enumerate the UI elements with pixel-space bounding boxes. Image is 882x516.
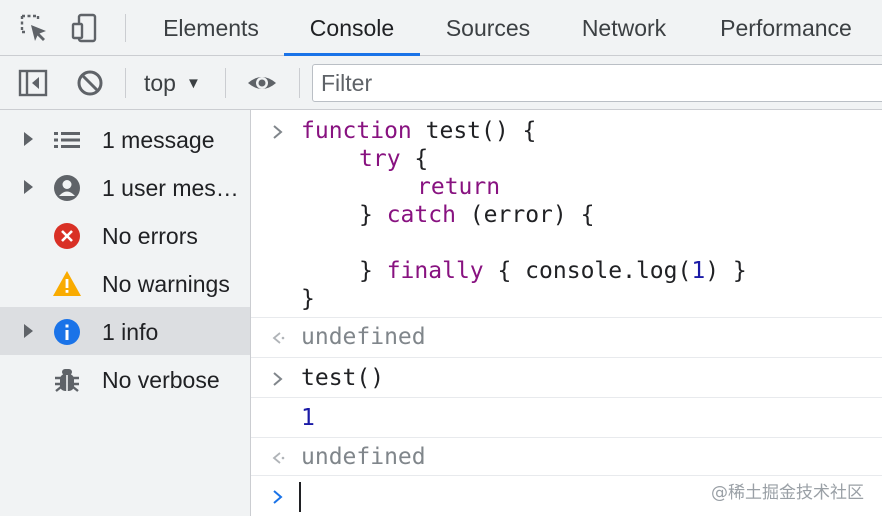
live-expression-eye-icon[interactable] — [246, 67, 278, 99]
watermark: @稀土掘金技术社区 — [711, 483, 864, 503]
console-sidebar: 1 message 1 user mes… No errors No warni… — [0, 110, 251, 516]
input-command: test() — [301, 365, 385, 391]
log-output: 1 — [301, 405, 315, 431]
warning-icon — [53, 271, 81, 296]
code-line: } finally { console.log(1) } — [359, 258, 747, 284]
code-line: return — [417, 174, 501, 200]
code-line: } catch (error) { — [359, 202, 595, 228]
filter-input[interactable] — [312, 64, 882, 102]
user-icon — [54, 175, 80, 201]
sidebar-item-warnings[interactable]: No warnings — [0, 259, 250, 307]
tab-performance[interactable]: Performance — [706, 0, 866, 55]
tab-sources[interactable]: Sources — [432, 0, 544, 55]
error-icon — [54, 223, 80, 249]
sidebar-item-messages[interactable]: 1 message — [0, 115, 250, 163]
tab-network[interactable]: Network — [566, 0, 682, 55]
message-divider — [251, 317, 882, 318]
expand-arrow-icon[interactable] — [24, 324, 33, 338]
tab-console[interactable]: Console — [284, 0, 420, 55]
code-line: function test() { — [301, 118, 537, 144]
sidebar-item-label: No verbose — [102, 367, 220, 393]
console-prompt-icon — [273, 490, 283, 504]
devtools-tab-bar: Elements Console Sources Network Perform… — [0, 0, 882, 56]
context-label: top — [144, 70, 176, 96]
code-line: try { — [359, 146, 429, 172]
info-icon — [54, 319, 80, 345]
result-arrow-icon — [272, 452, 285, 464]
show-sidebar-icon[interactable] — [17, 67, 49, 99]
message-divider — [251, 357, 882, 358]
message-divider — [251, 437, 882, 438]
bug-icon — [55, 369, 79, 392]
sidebar-item-label: 1 message — [102, 127, 215, 153]
chevron-down-icon: ▼ — [185, 75, 201, 92]
sidebar-item-verbose[interactable]: No verbose — [0, 355, 250, 403]
expand-arrow-icon[interactable] — [24, 132, 33, 146]
device-toolbar-icon[interactable] — [70, 12, 102, 44]
console-input-caret[interactable] — [299, 482, 301, 512]
toolbar-separator — [225, 68, 226, 98]
message-divider — [251, 397, 882, 398]
sidebar-item-label: 1 info — [102, 319, 159, 345]
code-line: } — [301, 286, 315, 312]
input-prompt-icon — [273, 125, 283, 139]
console-messages[interactable]: function test() { try { return } catch (… — [251, 110, 882, 516]
toolbar-separator — [125, 68, 126, 98]
result-arrow-icon — [272, 332, 285, 344]
inspect-element-icon[interactable] — [18, 12, 50, 44]
toolbar-separator — [299, 68, 300, 98]
tab-elements[interactable]: Elements — [148, 0, 274, 55]
sidebar-item-info[interactable]: 1 info — [0, 307, 250, 355]
list-icon — [54, 132, 80, 148]
sidebar-item-label: 1 user mes… — [102, 175, 239, 201]
result-value: undefined — [301, 444, 426, 470]
message-divider — [251, 475, 882, 476]
input-prompt-icon — [273, 372, 283, 386]
sidebar-item-user-messages[interactable]: 1 user mes… — [0, 163, 250, 211]
sidebar-item-label: No errors — [102, 223, 198, 249]
context-selector[interactable]: top ▼ — [144, 56, 201, 109]
sidebar-item-label: No warnings — [102, 271, 230, 297]
clear-console-icon[interactable] — [74, 67, 106, 99]
sidebar-item-errors[interactable]: No errors — [0, 211, 250, 259]
expand-arrow-icon[interactable] — [24, 180, 33, 194]
tab-bar-separator — [125, 14, 126, 42]
console-toolbar: top ▼ — [0, 56, 882, 110]
result-value: undefined — [301, 324, 426, 350]
